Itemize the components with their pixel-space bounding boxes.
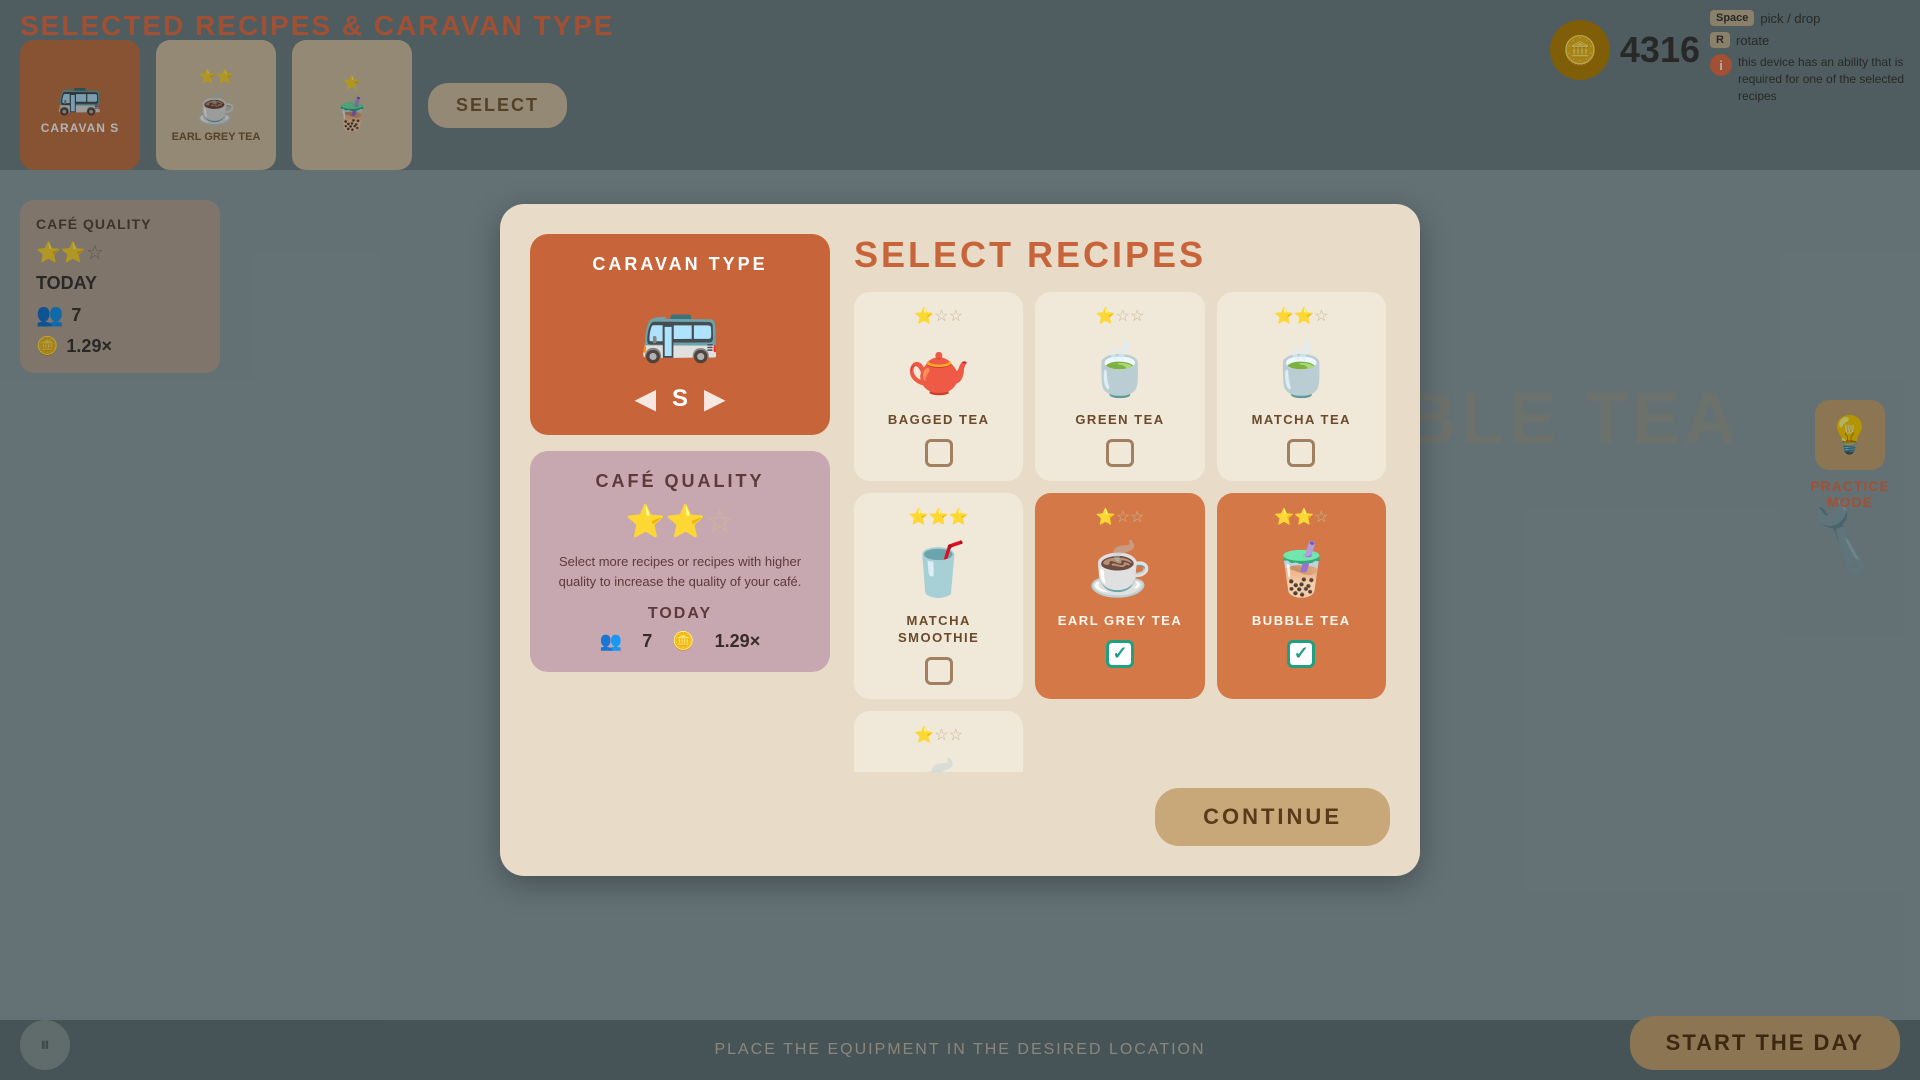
caravan-next-button[interactable]: ▶ (704, 382, 726, 415)
recipe-checkmark-bubble-tea: ✓ (1294, 643, 1309, 664)
quality-stars: ⭐⭐☆ (550, 502, 810, 540)
recipe-card-matcha-tea[interactable]: ⭐⭐☆ 🍵 MATCHA TEA ✓ (1217, 292, 1386, 481)
recipe-stars-green-tea: ⭐☆☆ (1096, 306, 1145, 326)
recipe-icon-matcha-smoothie: 🥤 (904, 535, 974, 605)
caravan-type-title: CARAVAN TYPE (550, 254, 810, 275)
recipe-card-bagged-tea[interactable]: ⭐☆☆ 🫖 BAGGED TEA ✓ (854, 292, 1023, 481)
recipe-checkbox-bubble-tea[interactable]: ✓ (1287, 640, 1315, 668)
quality-multiplier: 1.29× (715, 631, 761, 652)
recipe-checkmark-earl-grey-tea: ✓ (1112, 643, 1127, 664)
recipe-card-english[interactable]: ⭐☆☆ ☕ ENGLISH ✓ (854, 711, 1023, 772)
modal-overlay: CARAVAN TYPE 🚌 ◀ S ▶ CAFÉ QUALITY ⭐⭐☆ Se… (0, 0, 1920, 1080)
recipe-name-bubble-tea: BUBBLE TEA (1252, 613, 1351, 630)
recipe-name-matcha-smoothie: MATCHA SMOOTHIE (868, 613, 1009, 647)
recipe-stars-matcha-tea: ⭐⭐☆ (1274, 306, 1328, 326)
recipe-stars-bagged-tea: ⭐☆☆ (914, 306, 963, 326)
recipe-checkbox-matcha-smoothie[interactable]: ✓ (925, 657, 953, 685)
recipe-stars-earl-grey-tea: ⭐☆☆ (1096, 507, 1145, 527)
cafe-quality-title: CAFÉ QUALITY (550, 471, 810, 492)
recipe-icon-earl-grey-tea: ☕ (1085, 535, 1155, 605)
quality-people-icon: 👥 (600, 631, 622, 652)
recipes-grid: ⭐☆☆ 🫖 BAGGED TEA ✓ ⭐☆☆ 🍵 GREEN TEA ✓ ⭐⭐☆… (854, 292, 1390, 772)
recipe-checkbox-bagged-tea[interactable]: ✓ (925, 439, 953, 467)
recipe-icon-english: ☕ (904, 753, 974, 772)
recipe-card-bubble-tea[interactable]: ⭐⭐☆ 🧋 BUBBLE TEA ✓ (1217, 493, 1386, 699)
recipe-stars-matcha-smoothie: ⭐⭐⭐ (909, 507, 969, 527)
caravan-type-panel: CARAVAN TYPE 🚌 ◀ S ▶ (530, 234, 830, 435)
recipe-stars-bubble-tea: ⭐⭐☆ (1274, 507, 1328, 527)
recipe-icon-bagged-tea: 🫖 (904, 334, 974, 404)
modal-right-panel: SELECT RECIPES ⭐☆☆ 🫖 BAGGED TEA ✓ ⭐☆☆ 🍵 … (854, 234, 1390, 846)
quality-coin-icon: 🪙 (672, 631, 694, 652)
caravan-prev-button[interactable]: ◀ (634, 382, 656, 415)
quality-stats: 👥 7 🪙 1.29× (550, 631, 810, 652)
recipe-card-green-tea[interactable]: ⭐☆☆ 🍵 GREEN TEA ✓ (1035, 292, 1204, 481)
quality-customers: 7 (642, 631, 652, 652)
recipe-selection-modal: CARAVAN TYPE 🚌 ◀ S ▶ CAFÉ QUALITY ⭐⭐☆ Se… (500, 204, 1420, 876)
quality-description: Select more recipes or recipes with high… (550, 552, 810, 591)
recipe-name-earl-grey-tea: EARL GREY TEA (1058, 613, 1182, 630)
recipe-card-earl-grey-tea[interactable]: ⭐☆☆ ☕ EARL GREY TEA ✓ (1035, 493, 1204, 699)
modal-left-panel: CARAVAN TYPE 🚌 ◀ S ▶ CAFÉ QUALITY ⭐⭐☆ Se… (530, 234, 830, 846)
recipe-checkbox-green-tea[interactable]: ✓ (1106, 439, 1134, 467)
recipe-name-green-tea: GREEN TEA (1075, 412, 1164, 429)
recipe-name-bagged-tea: BAGGED TEA (888, 412, 990, 429)
recipe-card-matcha-smoothie[interactable]: ⭐⭐⭐ 🥤 MATCHA SMOOTHIE ✓ (854, 493, 1023, 699)
recipe-icon-bubble-tea: 🧋 (1266, 535, 1336, 605)
recipe-icon-green-tea: 🍵 (1085, 334, 1155, 404)
recipe-stars-english: ⭐☆☆ (914, 725, 963, 745)
recipe-icon-matcha-tea: 🍵 (1266, 334, 1336, 404)
cafe-quality-panel: CAFÉ QUALITY ⭐⭐☆ Select more recipes or … (530, 451, 830, 672)
caravan-modal-icon: 🚌 (550, 291, 810, 366)
modal-title: SELECT RECIPES (854, 234, 1390, 276)
quality-today-label: TODAY (550, 605, 810, 623)
continue-button[interactable]: CONTINUE (1155, 788, 1390, 846)
caravan-size-value: S (672, 385, 688, 413)
caravan-size-selector: ◀ S ▶ (550, 382, 810, 415)
recipe-name-matcha-tea: MATCHA TEA (1252, 412, 1352, 429)
recipe-checkbox-matcha-tea[interactable]: ✓ (1287, 439, 1315, 467)
recipe-checkbox-earl-grey-tea[interactable]: ✓ (1106, 640, 1134, 668)
